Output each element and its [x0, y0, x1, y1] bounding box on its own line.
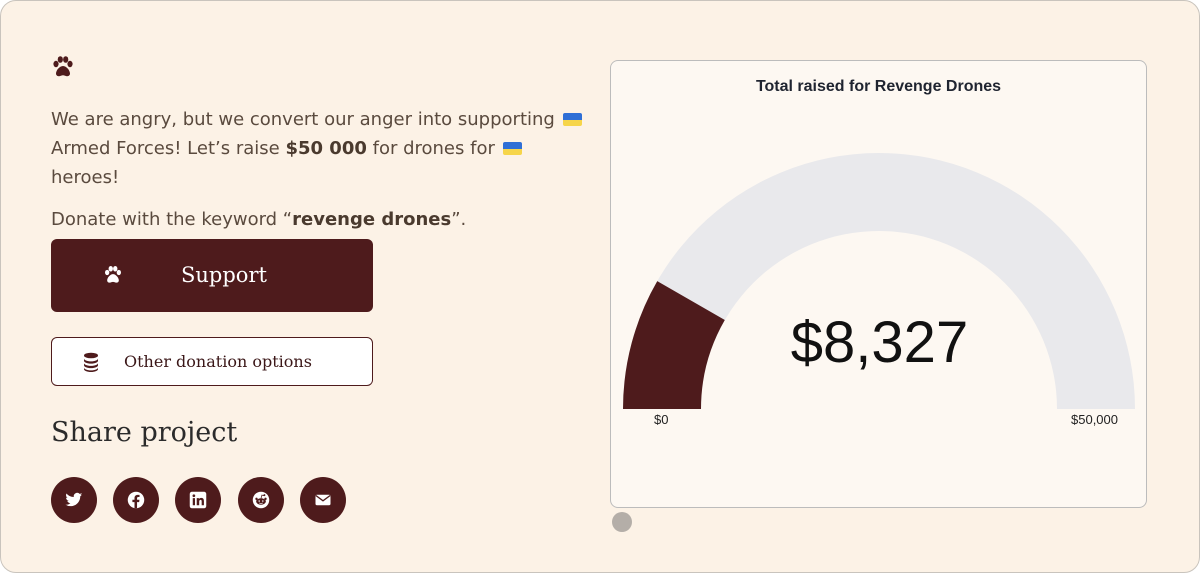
twitter-icon: [65, 492, 83, 507]
carousel-dot[interactable]: [612, 512, 632, 532]
support-button-label: Support: [181, 263, 267, 287]
other-donation-options-label: Other donation options: [124, 352, 312, 371]
donate-keyword: revenge drones: [292, 209, 452, 230]
reddit-icon: [252, 491, 270, 509]
share-email-button[interactable]: [300, 477, 346, 523]
linkedin-icon: [189, 491, 207, 509]
page-container: We are angry, but we convert our anger i…: [0, 0, 1200, 573]
intro-text: We are angry, but we convert our anger i…: [51, 105, 591, 247]
support-button[interactable]: Support: [51, 239, 373, 312]
raised-amount: $8,327: [790, 310, 969, 375]
paw-icon: [53, 56, 73, 77]
intro-text-4: heroes!: [51, 167, 120, 188]
share-twitter-button[interactable]: [51, 477, 97, 523]
gauge-chart: [623, 153, 1135, 409]
ukraine-flag-icon: [502, 142, 522, 155]
gauge-max-label: $50,000: [1071, 412, 1118, 427]
ukraine-flag-icon: [562, 113, 582, 126]
share-facebook-button[interactable]: [113, 477, 159, 523]
fundraising-gauge-card: Total raised for Revenge Drones $8,327 $…: [610, 60, 1147, 508]
intro-text-3: for drones for: [372, 138, 495, 159]
intro-text-2: Armed Forces! Let’s raise: [51, 138, 280, 159]
email-icon: [315, 494, 331, 506]
paw-icon: [105, 266, 121, 283]
gauge-min-label: $0: [654, 412, 669, 427]
intro-paragraph: We are angry, but we convert our anger i…: [51, 105, 591, 192]
donate-prefix: Donate with the keyword “: [51, 209, 293, 230]
share-linkedin-button[interactable]: [175, 477, 221, 523]
share-title: Share project: [51, 417, 238, 448]
facebook-icon: [127, 491, 145, 509]
donate-keyword-paragraph: Donate with the keyword “revenge drones”…: [51, 205, 591, 234]
coins-icon: [84, 352, 98, 372]
goal-amount: $50 000: [285, 138, 367, 159]
other-donation-options-button[interactable]: Other donation options: [51, 337, 373, 386]
donate-suffix: ”.: [451, 209, 467, 230]
share-reddit-button[interactable]: [238, 477, 284, 523]
intro-text-1: We are angry, but we convert our anger i…: [51, 109, 555, 130]
